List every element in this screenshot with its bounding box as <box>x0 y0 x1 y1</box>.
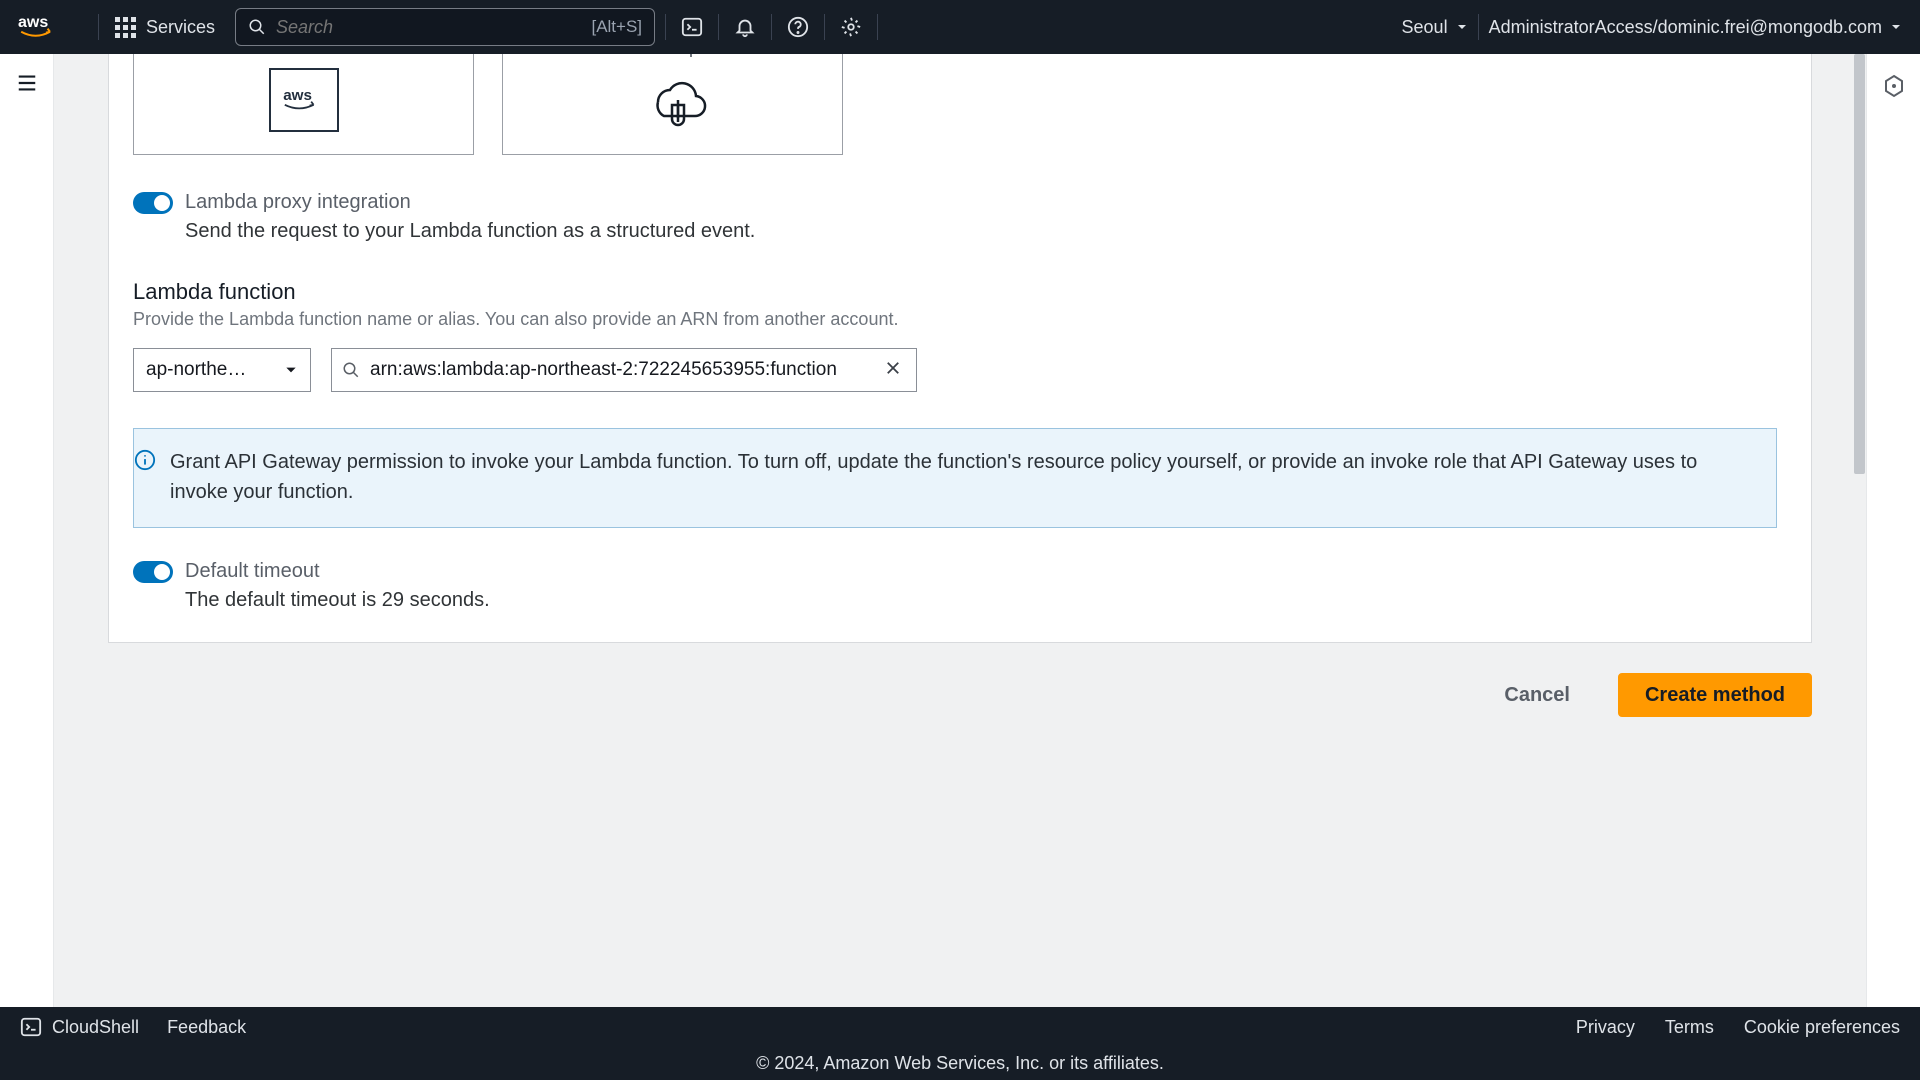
lambda-region-select[interactable]: ap-northe… <box>133 348 311 392</box>
lambda-function-label: Lambda function <box>133 279 1777 305</box>
search-icon <box>342 361 360 379</box>
divider <box>718 14 719 40</box>
divider <box>824 14 825 40</box>
lambda-proxy-section: Lambda proxy integration Send the reques… <box>133 191 1811 243</box>
grid-icon <box>115 17 136 38</box>
region-selector[interactable]: Seoul <box>1402 17 1468 38</box>
main-content: Integrate with an AWS Service. aws <box>54 54 1866 1007</box>
close-icon <box>884 359 902 377</box>
permission-info-text: Grant API Gateway permission to invoke y… <box>170 447 1754 507</box>
lambda-arn-field[interactable] <box>331 348 917 392</box>
lambda-proxy-toggle[interactable] <box>133 192 173 214</box>
cloudshell-label: CloudShell <box>52 1017 139 1038</box>
right-rail-button[interactable] <box>1882 74 1906 103</box>
lambda-function-section: Lambda function Provide the Lambda funct… <box>133 279 1811 392</box>
terminal-icon <box>20 1016 42 1038</box>
account-label: AdministratorAccess/dominic.frei@mongodb… <box>1489 17 1882 38</box>
form-panel: Integrate with an AWS Service. aws <box>108 54 1812 643</box>
help-button[interactable] <box>782 11 814 43</box>
divider <box>98 14 99 40</box>
default-timeout-description: The default timeout is 29 seconds. <box>185 589 1777 612</box>
aws-logo[interactable]: aws <box>18 12 66 42</box>
gear-icon <box>840 16 862 38</box>
default-timeout-toggle[interactable] <box>133 561 173 583</box>
privacy-link[interactable]: Privacy <box>1576 1017 1635 1038</box>
settings-button[interactable] <box>835 11 867 43</box>
cloudshell-icon-button[interactable] <box>676 11 708 43</box>
hexagon-icon <box>1882 74 1906 98</box>
default-timeout-section: Default timeout The default timeout is 2… <box>133 560 1811 612</box>
copyright-text: © 2024, Amazon Web Services, Inc. or its… <box>756 1053 1164 1074</box>
copyright-bar: © 2024, Amazon Web Services, Inc. or its… <box>0 1047 1920 1080</box>
caret-down-icon <box>1890 21 1902 33</box>
scrollbar-track[interactable] <box>1852 54 1866 1007</box>
sidebar-toggle[interactable] <box>15 72 39 99</box>
divider <box>877 14 878 40</box>
services-label: Services <box>146 17 215 38</box>
lambda-proxy-label: Lambda proxy integration <box>185 191 411 214</box>
create-method-button[interactable]: Create method <box>1618 673 1812 717</box>
right-rail <box>1866 54 1920 1007</box>
aws-service-icon: aws <box>152 54 455 142</box>
permission-info-box: Grant API Gateway permission to invoke y… <box>133 428 1777 528</box>
divider <box>771 14 772 40</box>
lambda-region-value: ap-northe… <box>146 359 246 381</box>
bell-icon <box>734 16 756 38</box>
caret-down-icon <box>1456 21 1468 33</box>
footer-bar: CloudShell Feedback Privacy Terms Cookie… <box>0 1007 1920 1047</box>
info-icon <box>134 449 156 471</box>
clear-input-button[interactable] <box>880 355 906 386</box>
search-input[interactable] <box>276 17 581 38</box>
terminal-icon <box>681 16 703 38</box>
terms-link[interactable]: Terms <box>1665 1017 1714 1038</box>
left-rail <box>0 54 54 1007</box>
integration-option-aws-service[interactable]: Integrate with an AWS Service. aws <box>133 54 474 155</box>
hamburger-icon <box>15 72 39 94</box>
lambda-function-hint: Provide the Lambda function name or alia… <box>133 309 1777 330</box>
search-shortcut: [Alt+S] <box>591 17 642 37</box>
svg-text:aws: aws <box>18 14 48 31</box>
scrollbar-thumb[interactable] <box>1854 54 1865 474</box>
svg-text:aws: aws <box>283 87 312 104</box>
cancel-button[interactable]: Cancel <box>1478 673 1596 717</box>
global-search[interactable]: [Alt+S] <box>235 8 655 46</box>
divider <box>665 14 666 40</box>
search-icon <box>248 18 266 36</box>
services-menu[interactable]: Services <box>109 13 221 42</box>
caret-down-icon <box>284 363 298 377</box>
notifications-button[interactable] <box>729 11 761 43</box>
top-nav-bar: aws Services [Alt+S] <box>0 0 1920 54</box>
cloudshell-button[interactable]: CloudShell <box>20 1016 139 1038</box>
account-menu[interactable]: AdministratorAccess/dominic.frei@mongodb… <box>1489 17 1902 38</box>
divider <box>1478 14 1479 40</box>
region-label: Seoul <box>1402 17 1448 38</box>
default-timeout-label: Default timeout <box>185 560 320 583</box>
lambda-proxy-description: Send the request to your Lambda function… <box>185 220 1777 243</box>
help-icon <box>787 16 809 38</box>
lambda-arn-input[interactable] <box>370 359 870 381</box>
vpc-link-icon <box>521 60 824 142</box>
feedback-link[interactable]: Feedback <box>167 1017 246 1038</box>
cookie-preferences-link[interactable]: Cookie preferences <box>1744 1017 1900 1038</box>
integration-option-vpc-link[interactable]: Integrate with a resource that isn't acc… <box>502 54 843 155</box>
form-actions: Cancel Create method <box>108 673 1812 717</box>
